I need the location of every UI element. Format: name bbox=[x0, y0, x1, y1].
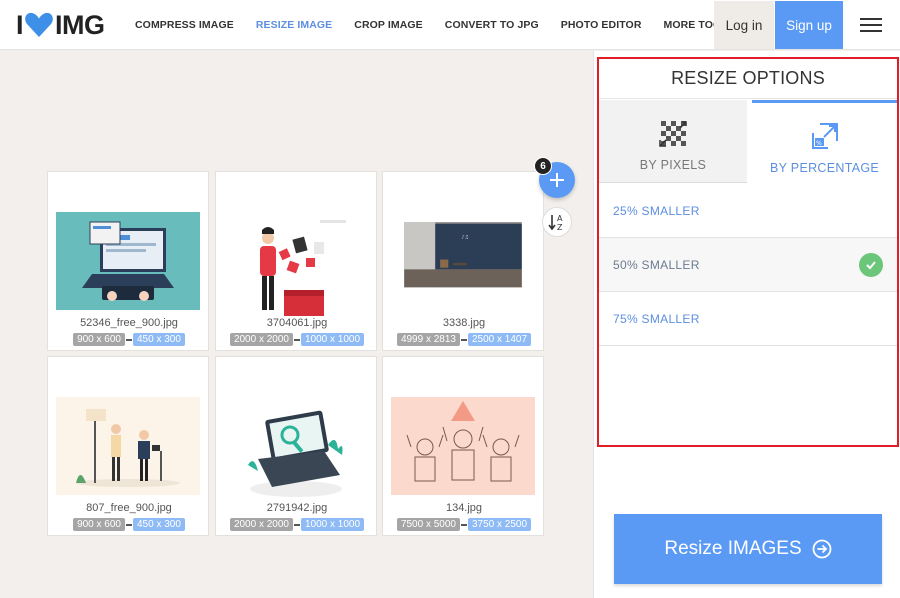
top-bar: I IMG COMPRESS IMAGE RESIZE IMAGE CROP I… bbox=[0, 0, 900, 50]
nav-resize-image[interactable]: RESIZE IMAGE bbox=[245, 19, 343, 31]
nav-photo-editor[interactable]: PHOTO EDITOR bbox=[550, 19, 653, 31]
logo[interactable]: I IMG bbox=[16, 10, 105, 40]
original-size: 2000 x 2000 bbox=[229, 333, 293, 346]
file-count-badge: 6 bbox=[534, 157, 552, 175]
original-size: 2000 x 2000 bbox=[229, 518, 293, 531]
original-size: 900 x 600 bbox=[73, 333, 125, 346]
signup-button[interactable]: Sign up bbox=[775, 1, 843, 49]
option-75-smaller[interactable]: 75% SMALLER bbox=[599, 292, 897, 346]
image-thumbnail bbox=[56, 212, 200, 310]
file-card[interactable]: 3704061.jpg 2000 x 2000 1000 x 1000 bbox=[215, 171, 377, 351]
original-size: 900 x 600 bbox=[73, 518, 125, 531]
file-name: 2791942.jpg bbox=[266, 502, 328, 514]
resize-options-panel: RESIZE OPTIONS BY PIXELS % BY PERCENTAGE… bbox=[597, 57, 899, 447]
original-size: 4999 x 2813 bbox=[396, 333, 460, 346]
file-card[interactable]: 2791942.jpg 2000 x 2000 1000 x 1000 bbox=[215, 356, 377, 536]
tab-label: BY PIXELS bbox=[639, 158, 707, 172]
pixels-icon bbox=[659, 121, 687, 147]
resized-size: 1000 x 1000 bbox=[301, 333, 365, 346]
resized-size: 3750 x 2500 bbox=[468, 518, 532, 531]
resized-size: 2500 x 1407 bbox=[468, 333, 532, 346]
nav-crop-image[interactable]: CROP IMAGE bbox=[343, 19, 433, 31]
sort-button[interactable]: A Z bbox=[542, 207, 572, 237]
menu-icon[interactable] bbox=[860, 14, 884, 36]
nav-compress-image[interactable]: COMPRESS IMAGE bbox=[124, 19, 245, 31]
file-workspace: 52346_free_900.jpg 900 x 600 450 x 300 3… bbox=[0, 51, 593, 598]
file-name: 3338.jpg bbox=[442, 317, 486, 329]
image-thumbnail: ♪♫ bbox=[404, 222, 522, 288]
logo-text-right: IMG bbox=[55, 9, 105, 40]
dimensions: 4999 x 2813 2500 x 1407 bbox=[383, 333, 545, 346]
dimensions: 900 x 600 450 x 300 bbox=[48, 518, 210, 531]
file-card[interactable]: ♪♫ 3338.jpg 4999 x 2813 2500 x 1407 bbox=[382, 171, 544, 351]
plus-icon bbox=[550, 173, 564, 187]
nav-convert-to-jpg[interactable]: CONVERT TO JPG bbox=[434, 19, 550, 31]
check-icon bbox=[859, 253, 883, 277]
main-nav: COMPRESS IMAGE RESIZE IMAGE CROP IMAGE C… bbox=[124, 0, 758, 50]
image-thumbnail bbox=[391, 397, 535, 495]
file-name: 3704061.jpg bbox=[266, 317, 328, 329]
svg-text:%: % bbox=[816, 140, 822, 147]
image-thumbnail bbox=[244, 208, 348, 316]
svg-text:♪♫: ♪♫ bbox=[461, 234, 468, 240]
percentage-icon: % bbox=[811, 123, 838, 149]
dimensions: 2000 x 2000 1000 x 1000 bbox=[216, 333, 378, 346]
arrow-right-circle-icon bbox=[812, 539, 832, 559]
file-name: 52346_free_900.jpg bbox=[80, 317, 178, 329]
resize-images-button[interactable]: Resize IMAGES bbox=[614, 514, 882, 584]
file-name: 134.jpg bbox=[445, 502, 483, 514]
tab-by-pixels[interactable]: BY PIXELS bbox=[599, 100, 747, 183]
option-50-smaller[interactable]: 50% SMALLER bbox=[599, 238, 897, 292]
login-button[interactable]: Log in bbox=[714, 1, 774, 49]
tab-by-percentage[interactable]: % BY PERCENTAGE bbox=[752, 100, 897, 183]
sort-az-icon: A Z bbox=[548, 214, 563, 232]
logo-text-left: I bbox=[16, 9, 24, 40]
tab-label: BY PERCENTAGE bbox=[769, 161, 880, 175]
dimensions: 7500 x 5000 3750 x 2500 bbox=[383, 518, 545, 531]
file-name: 807_free_900.jpg bbox=[86, 502, 172, 514]
resized-size: 450 x 300 bbox=[133, 518, 185, 531]
svg-text:A: A bbox=[557, 214, 563, 223]
svg-text:Z: Z bbox=[557, 223, 563, 232]
image-thumbnail bbox=[244, 393, 348, 501]
dimensions: 2000 x 2000 1000 x 1000 bbox=[216, 518, 378, 531]
resized-size: 1000 x 1000 bbox=[301, 518, 365, 531]
option-25-smaller[interactable]: 25% SMALLER bbox=[599, 184, 897, 238]
heart-icon bbox=[25, 12, 53, 38]
file-card[interactable]: 807_free_900.jpg 900 x 600 450 x 300 bbox=[47, 356, 209, 536]
original-size: 7500 x 5000 bbox=[396, 518, 460, 531]
file-card[interactable]: 52346_free_900.jpg 900 x 600 450 x 300 bbox=[47, 171, 209, 351]
file-card[interactable]: 134.jpg 7500 x 5000 3750 x 2500 bbox=[382, 356, 544, 536]
resized-size: 450 x 300 bbox=[133, 333, 185, 346]
dimensions: 900 x 600 450 x 300 bbox=[48, 333, 210, 346]
options-title: RESIZE OPTIONS bbox=[599, 59, 897, 99]
image-thumbnail bbox=[56, 397, 200, 495]
